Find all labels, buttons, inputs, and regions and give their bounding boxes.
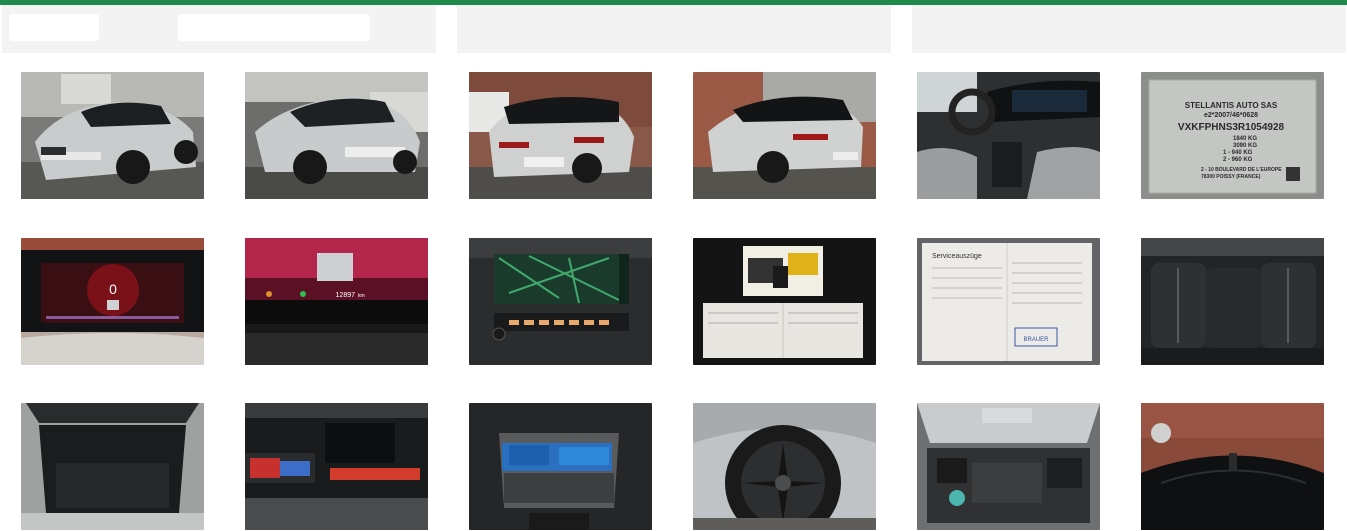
photo-front-left-exterior[interactable] <box>21 72 204 199</box>
vin-plate-line4: 1840 KG <box>1233 136 1257 142</box>
photo-vin-plate[interactable]: STELLANTIS AUTO SAS e2*2007/46*0628 VXKF… <box>1141 72 1324 199</box>
photo-open-trunk[interactable] <box>21 403 204 530</box>
photo-keys-and-documents[interactable] <box>693 238 876 365</box>
odometer-unit: km <box>358 293 365 299</box>
filter-panel-left <box>2 5 436 53</box>
photo-rear-right-exterior[interactable] <box>693 72 876 199</box>
filter-panel-middle <box>457 5 891 53</box>
filter-field[interactable] <box>178 14 370 41</box>
vin-plate-line1: STELLANTIS AUTO SAS <box>1185 101 1278 110</box>
cluster-speed: 0 <box>109 281 117 297</box>
vin-plate-line7: 2 - 960 KG <box>1223 157 1253 163</box>
photo-rear-seats[interactable] <box>1141 238 1324 365</box>
photo-odometer[interactable]: 12897 km <box>245 238 428 365</box>
odometer-value: 12897 <box>336 292 356 299</box>
vin-plate-line6: 1 - 940 KG <box>1223 150 1253 156</box>
booklet-stamp: BRAUER <box>1023 337 1049 343</box>
vin-plate-line5: 3090 KG <box>1233 143 1257 149</box>
photo-wheel-rim[interactable] <box>693 403 876 530</box>
booklet-heading: Serviceauszüge <box>932 253 982 260</box>
vin-plate-line9: 78300 POISSY (FRANCE) <box>1201 174 1261 180</box>
vin-plate-line3: VXKFPHNS3R1054928 <box>1178 122 1285 133</box>
photo-engine-bay[interactable] <box>917 403 1100 530</box>
photo-service-booklet[interactable]: Serviceauszüge BRAUER <box>917 238 1100 365</box>
photo-instrument-cluster[interactable]: 0 <box>21 238 204 365</box>
photo-interior-dashboard[interactable] <box>917 72 1100 199</box>
filter-chip[interactable] <box>9 14 99 41</box>
photo-charging-cable-bag[interactable] <box>469 403 652 530</box>
filter-panel-right <box>912 5 1346 53</box>
vin-plate-line2: e2*2007/46*0628 <box>1204 112 1258 119</box>
photo-infotainment-navigation[interactable] <box>469 238 652 365</box>
photo-roof[interactable] <box>1141 403 1324 530</box>
photo-front-right-exterior[interactable] <box>245 72 428 199</box>
vin-plate-line8: 2 - 10 BOULEVARD DE L'EUROPE <box>1201 167 1282 173</box>
photo-rear-left-exterior[interactable] <box>469 72 652 199</box>
photo-trunk-underfloor[interactable] <box>245 403 428 530</box>
